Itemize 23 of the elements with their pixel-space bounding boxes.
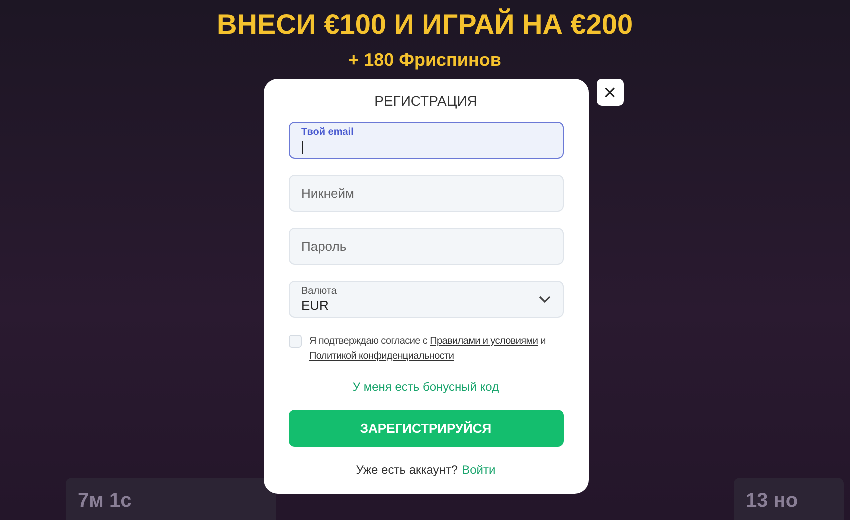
login-prompt: Уже есть аккаунт? — [356, 462, 458, 479]
field-label: Твой email — [302, 128, 355, 138]
modal-title: РЕГИСТРАЦИЯ — [374, 92, 478, 111]
field-label: Валюта — [302, 287, 337, 297]
terms-link[interactable]: Правилами и условиями — [430, 336, 538, 347]
login-link[interactable]: Войти — [462, 461, 496, 479]
currency-select[interactable]: Валюта EUR — [288, 281, 564, 318]
field-value: EUR — [302, 299, 330, 312]
stat-value: 13 но — [746, 490, 798, 512]
bonus-code-link[interactable]: У меня есть бонусный код — [352, 378, 500, 396]
input-field[interactable]: Никнейм — [288, 175, 564, 212]
consent-checkbox[interactable] — [288, 335, 302, 348]
promo-headline: ВНЕСИ €100 И ИГРАЙ НА €200 — [216, 8, 634, 42]
promo-subline: + 180 Фриспинов — [348, 49, 502, 72]
terms-link[interactable]: Политикой конфиденциальности — [310, 351, 454, 362]
consent-text: Я подтверждаю согласие с Правилами и условиями и Политикой конфиденциальности — [310, 335, 547, 364]
field-placeholder: Пароль — [302, 238, 348, 256]
stat-value: 7м 1с — [78, 490, 132, 512]
field-placeholder: Никнейм — [302, 184, 356, 203]
close-button[interactable]: × — [596, 79, 624, 106]
input-field[interactable]: Пароль — [288, 228, 564, 265]
input-field[interactable]: Твой email — [288, 122, 564, 159]
chevron-down-icon — [538, 296, 550, 304]
